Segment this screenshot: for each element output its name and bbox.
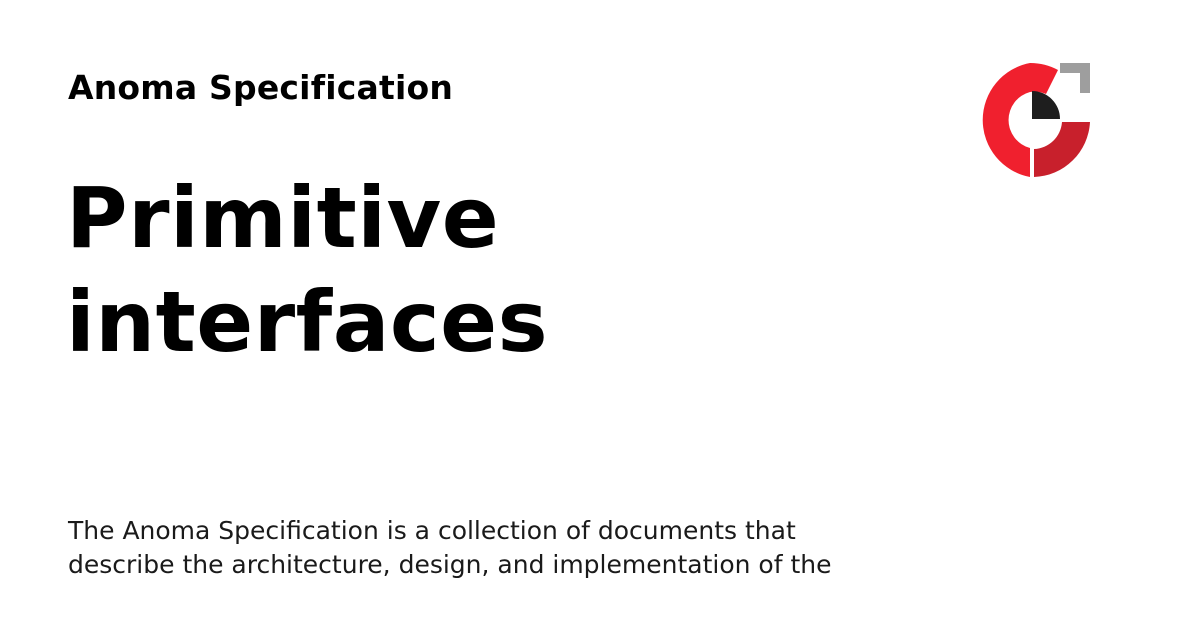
logo-red-arc — [982, 63, 1030, 177]
page-title-line-2: interfaces — [66, 273, 549, 371]
page-title-line-1: Primitive — [66, 169, 500, 267]
social-card: Anoma Specification Primitive interfaces… — [0, 0, 1200, 630]
description-line-1: The Anoma Specification is a collection … — [68, 516, 796, 545]
logo-black-quarter — [1032, 91, 1060, 119]
logo-gray-corner — [1060, 63, 1090, 93]
logo-red-top — [1030, 62, 1058, 94]
page-description: The Anoma Specification is a collection … — [68, 514, 928, 582]
site-name: Anoma Specification — [68, 68, 454, 107]
anoma-logo-icon — [982, 62, 1090, 177]
page-title: Primitive interfaces — [66, 166, 826, 374]
description-line-2: describe the architecture, design, and i… — [68, 550, 832, 579]
logo-darkred-quarter — [1034, 122, 1090, 177]
